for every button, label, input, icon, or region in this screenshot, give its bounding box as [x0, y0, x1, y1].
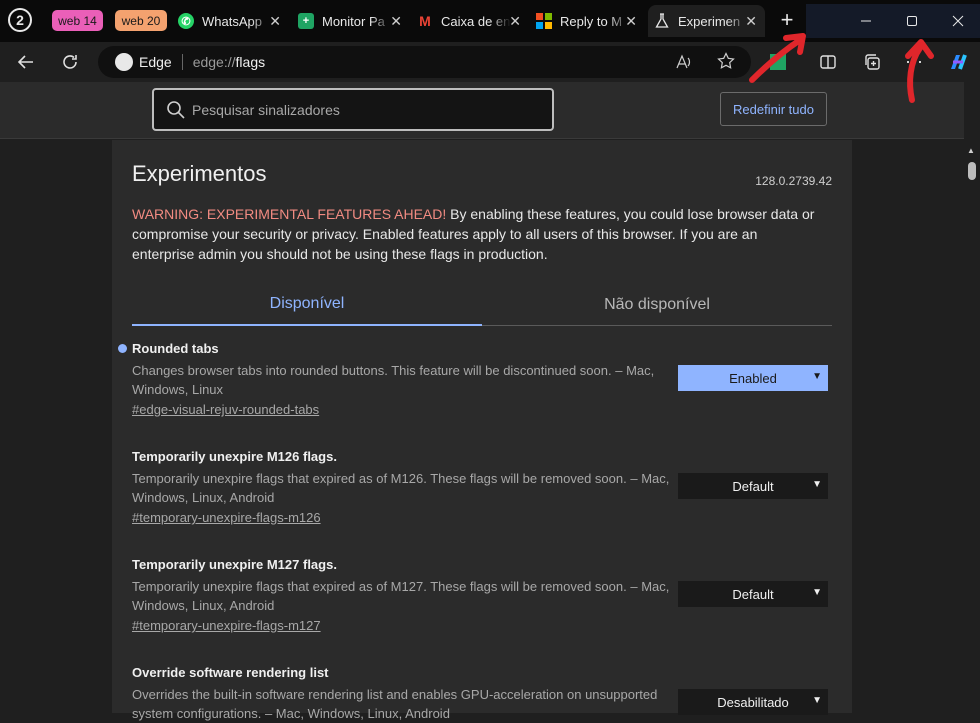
scroll-up-arrow-icon[interactable]: ▲: [967, 146, 975, 155]
flag-item: Temporarily unexpire M127 flags. Tempora…: [132, 557, 832, 633]
gmail-icon: M: [419, 13, 431, 29]
tab-whatsapp[interactable]: ✆ WhatsApp ✕: [172, 5, 289, 37]
chevron-down-icon: ▼: [812, 695, 822, 706]
warning-heading: WARNING: EXPERIMENTAL FEATURES AHEAD!: [132, 206, 447, 222]
tab-reply-to[interactable]: Reply to M ✕: [530, 5, 645, 37]
tab-strip: 2 web 14 web 20 ✆ WhatsApp ✕ + Monitor P…: [0, 0, 980, 42]
minimize-icon[interactable]: [856, 11, 876, 31]
close-window-icon[interactable]: [948, 11, 968, 31]
split-screen-icon[interactable]: [816, 50, 840, 74]
warning-text: WARNING: EXPERIMENTAL FEATURES AHEAD! By…: [132, 204, 822, 264]
address-bar[interactable]: Edge edge://flags: [98, 46, 751, 78]
flag-item: Temporarily unexpire M126 flags. Tempora…: [132, 449, 832, 525]
flag-link[interactable]: #temporary-unexpire-flags-m127: [132, 618, 832, 633]
flask-icon: [654, 13, 670, 29]
close-tab-icon[interactable]: ✕: [509, 13, 521, 30]
favorite-star-icon[interactable]: [717, 52, 735, 75]
tab-title: Caixa de en: [441, 13, 511, 29]
refresh-icon[interactable]: [58, 50, 82, 74]
search-icon: [167, 100, 185, 119]
tab-caixa-de-entrada[interactable]: M Caixa de en ✕: [411, 5, 529, 37]
flag-name: Temporarily unexpire M126 flags.: [132, 449, 337, 464]
flag-select-value: Desabilitado: [717, 694, 789, 710]
search-box[interactable]: [152, 88, 554, 131]
tab-group-web-14[interactable]: web 14: [52, 10, 103, 31]
flag-select[interactable]: Default ▼: [678, 473, 828, 499]
tab-unavailable[interactable]: Não disponível: [482, 283, 832, 326]
version-label: 128.0.2739.42: [755, 174, 832, 188]
flag-item: Rounded tabs Changes browser tabs into r…: [118, 341, 832, 417]
copilot-icon[interactable]: [946, 50, 970, 74]
chevron-down-icon: ▼: [812, 371, 822, 382]
flag-select-value: Enabled: [729, 370, 777, 386]
edge-logo-icon: [115, 53, 133, 71]
window-controls: [806, 4, 980, 38]
flag-name: Override software rendering list: [132, 665, 329, 680]
more-options-icon[interactable]: ⋯: [902, 50, 926, 74]
close-tab-icon[interactable]: ✕: [745, 13, 757, 30]
page-title: Experimentos: [132, 161, 267, 186]
new-tab-button[interactable]: +: [776, 9, 798, 31]
scrollbar-thumb[interactable]: [968, 162, 976, 180]
modified-dot-icon: [118, 344, 127, 353]
tab-group-web-20[interactable]: web 20: [115, 10, 167, 31]
search-input[interactable]: [192, 101, 532, 118]
tab-title: Experimen: [678, 13, 741, 29]
flags-content: Experimentos 128.0.2739.42 WARNING: EXPE…: [112, 140, 852, 721]
availability-tabs: Disponível Não disponível: [132, 283, 832, 326]
collections-icon[interactable]: [860, 50, 884, 74]
flag-select[interactable]: Desabilitado ▼: [678, 689, 828, 715]
close-tab-icon[interactable]: ✕: [269, 13, 281, 30]
whatsapp-icon: ✆: [178, 13, 194, 29]
reset-all-button[interactable]: Redefinir tudo: [720, 92, 827, 126]
browser-toolbar: Edge edge://flags ⋯: [0, 42, 980, 82]
profile-logo-icon[interactable]: 2: [8, 8, 32, 32]
chevron-down-icon: ▼: [812, 479, 822, 490]
close-tab-icon[interactable]: ✕: [625, 13, 637, 30]
tab-title: WhatsApp: [202, 13, 262, 29]
flag-select[interactable]: Enabled ▼: [678, 365, 828, 391]
tab-monitor[interactable]: + Monitor Pa ✕: [292, 5, 410, 37]
flag-description: Changes browser tabs into rounded button…: [132, 363, 655, 397]
flag-select-value: Default: [732, 478, 774, 494]
close-tab-icon[interactable]: ✕: [390, 13, 402, 30]
tab-title: Monitor Pa: [322, 13, 385, 29]
maximize-icon[interactable]: [902, 11, 922, 31]
flag-link[interactable]: #edge-visual-rejuv-rounded-tabs: [132, 402, 832, 417]
tab-title: Reply to M: [560, 13, 623, 29]
tab-available[interactable]: Disponível: [132, 283, 482, 326]
read-aloud-icon[interactable]: [675, 53, 693, 76]
back-arrow-icon[interactable]: [14, 50, 38, 74]
tab-experimentos[interactable]: Experimen ✕: [648, 5, 765, 37]
microsoft-icon: [536, 13, 552, 29]
flag-link[interactable]: #temporary-unexpire-flags-m126: [132, 510, 832, 525]
flag-description: Temporarily unexpire flags that expired …: [132, 471, 670, 505]
sheets-icon: +: [298, 13, 314, 29]
chevron-down-icon: ▼: [812, 587, 822, 598]
divider: [181, 54, 183, 70]
flag-description: Overrides the built-in software renderin…: [132, 687, 658, 721]
site-label: Edge: [139, 54, 172, 70]
extension-green-icon[interactable]: [766, 50, 790, 74]
url-text[interactable]: edge://flags: [193, 54, 265, 70]
flag-select[interactable]: Default ▼: [678, 581, 828, 607]
flag-name: Rounded tabs: [132, 341, 219, 356]
flags-header: Redefinir tudo: [0, 82, 964, 139]
flag-item: Override software rendering list Overrid…: [132, 665, 832, 723]
flags-page: Redefinir tudo Experimentos 128.0.2739.4…: [0, 82, 980, 721]
flag-description: Temporarily unexpire flags that expired …: [132, 579, 670, 613]
scrollbar[interactable]: ▲: [964, 140, 980, 713]
flag-select-value: Default: [732, 586, 774, 602]
flag-name: Temporarily unexpire M127 flags.: [132, 557, 337, 572]
